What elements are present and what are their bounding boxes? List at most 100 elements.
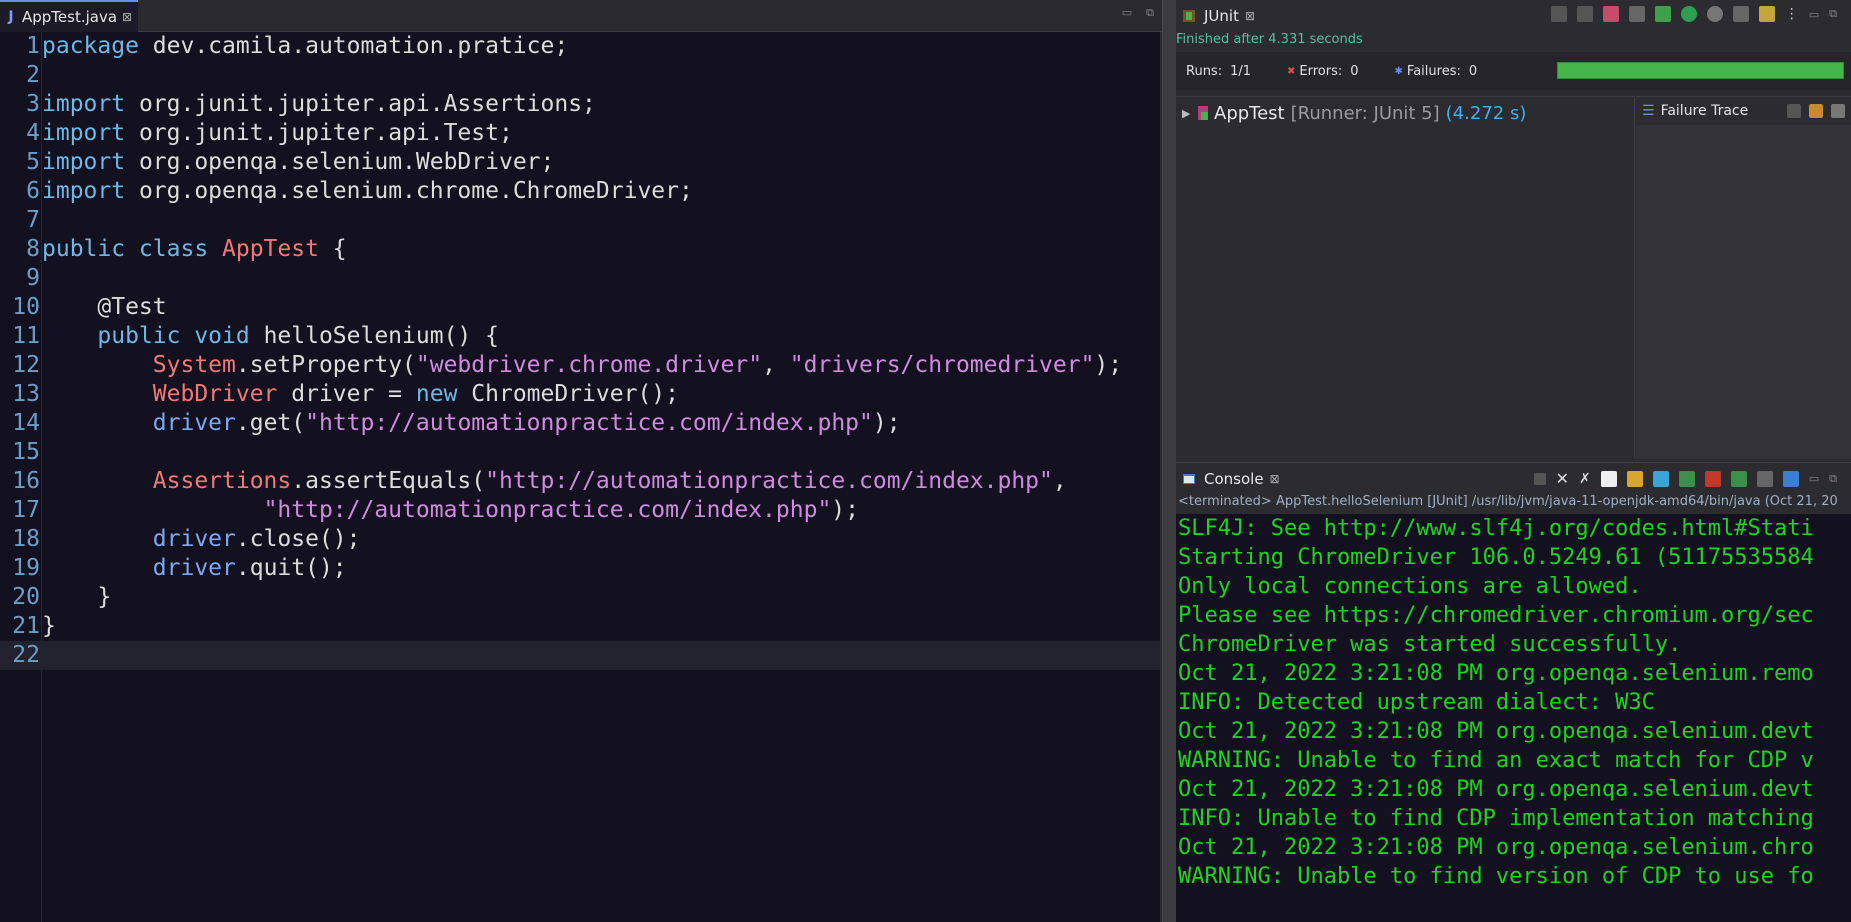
pane-divider[interactable] [1162, 0, 1176, 922]
junit-status: Finished after 4.331 seconds [1176, 32, 1363, 47]
code-line[interactable]: 7 [0, 206, 1160, 235]
code-line[interactable]: 16 Assertions.assertEquals("http://autom… [0, 467, 1160, 496]
tab-junit[interactable]: JUnit ⊠ [1176, 0, 1261, 32]
junit-icon [1183, 10, 1195, 22]
code-token: org.junit.jupiter.api.Assertions; [125, 91, 596, 117]
code-token: import [42, 91, 126, 117]
code-line[interactable]: 10 @Test [0, 293, 1160, 322]
compare-result-icon[interactable] [1809, 104, 1823, 118]
console-line: WARNING: Unable to find version of CDP t… [1178, 864, 1814, 889]
code-token: { [318, 236, 347, 262]
view-menu-icon[interactable]: ⋮ [1785, 6, 1799, 22]
rerun-test-icon[interactable] [1654, 6, 1671, 22]
close-tab-icon[interactable]: ⊠ [122, 10, 132, 24]
code-line[interactable]: 12 System.setProperty("webdriver.chrome.… [0, 351, 1160, 380]
expand-arrow-icon[interactable]: ▶ [1182, 107, 1198, 120]
tab-console[interactable]: Console ⊠ [1176, 463, 1286, 495]
line-number: 17 [12, 497, 40, 523]
code-area[interactable]: 1package dev.camila.automation.pratice; 2… [0, 32, 1160, 670]
line-number: 4 [26, 120, 40, 146]
clear-console-icon[interactable] [1600, 470, 1617, 487]
minimize-console-icon[interactable]: ▭ [1809, 472, 1819, 485]
code-token: new [415, 381, 472, 407]
pin-console-icon[interactable] [1730, 470, 1747, 487]
stop-icon[interactable] [1732, 6, 1749, 22]
java-file-icon: J [8, 9, 14, 25]
code-line[interactable]: 5import org.openqa.selenium.WebDriver; [0, 148, 1160, 177]
console-output[interactable]: SLF4J: See http://www.slf4j.org/codes.ht… [1176, 514, 1851, 922]
filter-stack-icon[interactable] [1787, 104, 1801, 118]
stop-run-icon[interactable] [1706, 6, 1723, 22]
maximize-icon[interactable]: ⧉ [1146, 6, 1154, 20]
remove-launch-icon[interactable]: ✕ [1556, 469, 1569, 488]
code-token: import [42, 120, 126, 146]
code-line[interactable]: 21} [0, 612, 1160, 641]
minimize-icon[interactable]: ▭ [1122, 6, 1132, 20]
maximize-console-icon[interactable]: ⧉ [1829, 472, 1837, 486]
code-line[interactable]: 17 "http://automationpractice.com/index.… [0, 496, 1160, 525]
code-line[interactable]: 6import org.openqa.selenium.chrome.Chrom… [0, 177, 1160, 206]
terminate-icon[interactable] [1533, 472, 1546, 485]
code-line[interactable]: 2 [0, 61, 1160, 90]
code-token: "http://automationpractice.com/index.php… [263, 497, 832, 523]
failure-trace-panel: ☰ Failure Trace [1636, 96, 1851, 459]
line-number: 9 [26, 265, 40, 291]
code-line[interactable]: 19 driver.quit(); [0, 554, 1160, 583]
test-tree-item[interactable]: ▶ AppTest [Runner: JUnit 5] (4.272 s) [1182, 103, 1526, 124]
code-line[interactable]: 14 driver.get("http://automationpractice… [0, 409, 1160, 438]
code-line[interactable]: 13 WebDriver driver = new ChromeDriver()… [0, 380, 1160, 409]
open-console-icon[interactable] [1782, 470, 1799, 487]
code-line[interactable]: 9 [0, 264, 1160, 293]
console-line: Oct 21, 2022 3:21:08 PM org.openqa.selen… [1178, 661, 1814, 686]
remove-all-terminated-icon[interactable]: ✗ [1579, 471, 1591, 487]
failure-trace-header: ☰ Failure Trace [1636, 97, 1851, 125]
line-number: 10 [12, 294, 40, 320]
tab-apptest-java[interactable]: J AppTest.java ⊠ [0, 0, 139, 32]
code-line[interactable]: 18 driver.close(); [0, 525, 1160, 554]
show-failures-only-icon[interactable] [1602, 6, 1619, 22]
failures-value: 0 [1468, 63, 1478, 79]
console-line: Only local connections are allowed. [1178, 574, 1642, 599]
code-line[interactable]: 22 [0, 641, 1160, 670]
rerun-failed-first-icon[interactable] [1680, 6, 1697, 22]
code-editor[interactable]: J AppTest.java ⊠ ▭ ⧉ 1package dev.camila… [0, 0, 1162, 922]
close-console-icon[interactable]: ⊠ [1270, 472, 1280, 486]
code-line[interactable]: 20 } [0, 583, 1160, 612]
console-toolbar: ✕ ✗ ▭ ⧉ [1533, 469, 1837, 488]
close-junit-icon[interactable]: ⊠ [1245, 9, 1255, 23]
code-token: .get( [235, 410, 306, 436]
minimize-junit-icon[interactable]: ▭ [1809, 8, 1819, 21]
display-console-icon[interactable] [1756, 470, 1773, 487]
show-stderr-icon[interactable] [1704, 470, 1721, 487]
history-icon[interactable] [1758, 6, 1775, 22]
code-token: ); [872, 410, 901, 436]
runs-value: 1/1 [1230, 63, 1252, 79]
scroll-lock-console-icon[interactable] [1626, 470, 1643, 487]
code-token: .assertEquals( [291, 468, 486, 494]
code-line[interactable]: 3import org.junit.jupiter.api.Assertions… [0, 90, 1160, 119]
code-token: , [1052, 468, 1067, 494]
code-token: @Test [42, 294, 167, 320]
code-line[interactable]: 8public class AppTest { [0, 235, 1160, 264]
console-line: Oct 21, 2022 3:21:08 PM org.openqa.selen… [1178, 777, 1814, 802]
code-line[interactable]: 11 public void helloSelenium() { [0, 322, 1160, 351]
code-line[interactable]: 15 [0, 438, 1160, 467]
scroll-lock-icon[interactable] [1628, 6, 1645, 22]
previous-failure-icon[interactable] [1576, 6, 1593, 22]
code-token: .close(); [235, 526, 361, 552]
console-launch-info: <terminated> AppTest.helloSelenium [JUni… [1178, 494, 1838, 509]
line-number: 22 [12, 642, 40, 668]
error-icon: ✖ [1287, 65, 1296, 77]
next-failure-icon[interactable] [1550, 6, 1567, 22]
failures-label: Failures: [1406, 63, 1461, 79]
word-wrap-icon[interactable] [1652, 470, 1669, 487]
copy-trace-icon[interactable] [1831, 104, 1845, 118]
show-stdout-icon[interactable] [1678, 470, 1695, 487]
maximize-junit-icon[interactable]: ⧉ [1829, 7, 1837, 21]
code-line[interactable]: 1package dev.camila.automation.pratice; [0, 32, 1160, 61]
console-line: ChromeDriver was started successfully. [1178, 632, 1682, 657]
console-line: Oct 21, 2022 3:21:08 PM org.openqa.selen… [1178, 835, 1814, 860]
code-line[interactable]: 4import org.junit.jupiter.api.Test; [0, 119, 1160, 148]
line-number: 20 [12, 584, 40, 610]
